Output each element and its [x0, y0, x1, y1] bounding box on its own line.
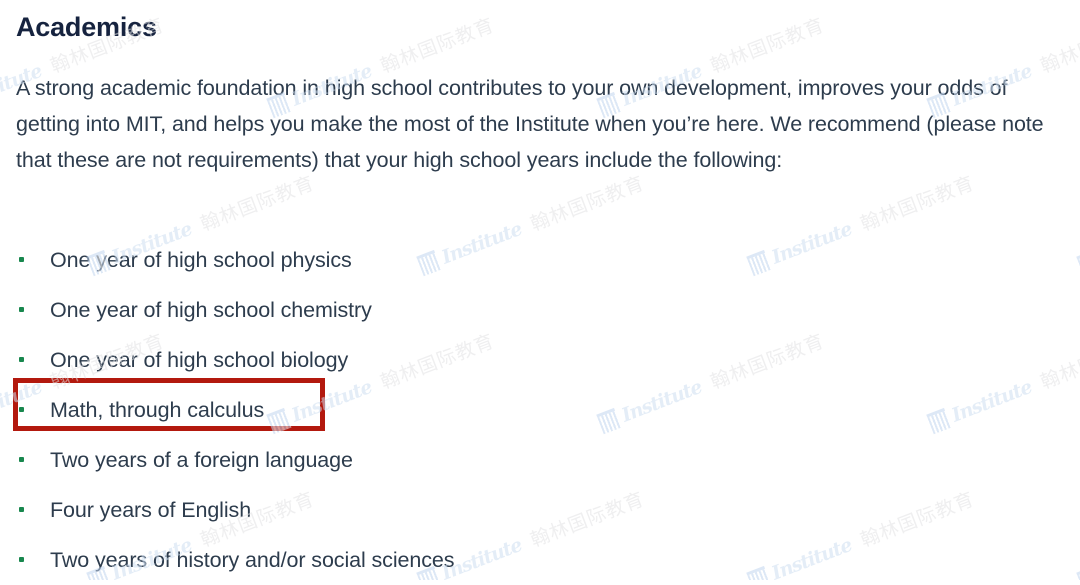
- watermark-chinese-text: 翰林国际教育: [527, 172, 648, 236]
- list-item: Two years of history and/or social scien…: [0, 535, 1080, 585]
- bullet-dot-icon: [19, 307, 24, 312]
- requirements-list: One year of high school physics One year …: [0, 235, 1080, 585]
- list-item-label: One year of high school biology: [50, 348, 349, 372]
- bullet-dot-icon: [19, 407, 24, 412]
- list-item: One year of high school biology: [0, 335, 1080, 385]
- list-item-label: Four years of English: [50, 498, 252, 522]
- list-item: One year of high school physics: [0, 235, 1080, 285]
- watermark-chinese-text: 翰林国际教育: [707, 14, 828, 78]
- intro-paragraph: A strong academic foundation in high sch…: [16, 76, 1044, 172]
- bullet-dot-icon: [19, 457, 24, 462]
- list-item-label: One year of high school chemistry: [50, 298, 372, 322]
- watermark-chinese-text: 翰林国际教育: [197, 172, 318, 236]
- list-item: Two years of a foreign language: [0, 435, 1080, 485]
- bullet-dot-icon: [19, 257, 24, 262]
- list-item: Math, through calculus: [0, 385, 1080, 435]
- watermark-chinese-text: 翰林国际教育: [377, 14, 498, 78]
- list-item: Four years of English: [0, 485, 1080, 535]
- watermark-chinese-text: 翰林国际教育: [1037, 14, 1080, 78]
- bullet-dot-icon: [19, 357, 24, 362]
- list-item: One year of high school chemistry: [0, 285, 1080, 335]
- page-title: Academics: [16, 12, 157, 42]
- bullet-dot-icon: [19, 507, 24, 512]
- watermark-chinese-text: 翰林国际教育: [857, 172, 978, 236]
- list-item-label: Math, through calculus: [50, 398, 265, 422]
- list-item-label: Two years of history and/or social scien…: [50, 548, 455, 572]
- list-item-label: Two years of a foreign language: [50, 448, 353, 472]
- bullet-dot-icon: [19, 557, 24, 562]
- list-item-label: One year of high school physics: [50, 248, 352, 272]
